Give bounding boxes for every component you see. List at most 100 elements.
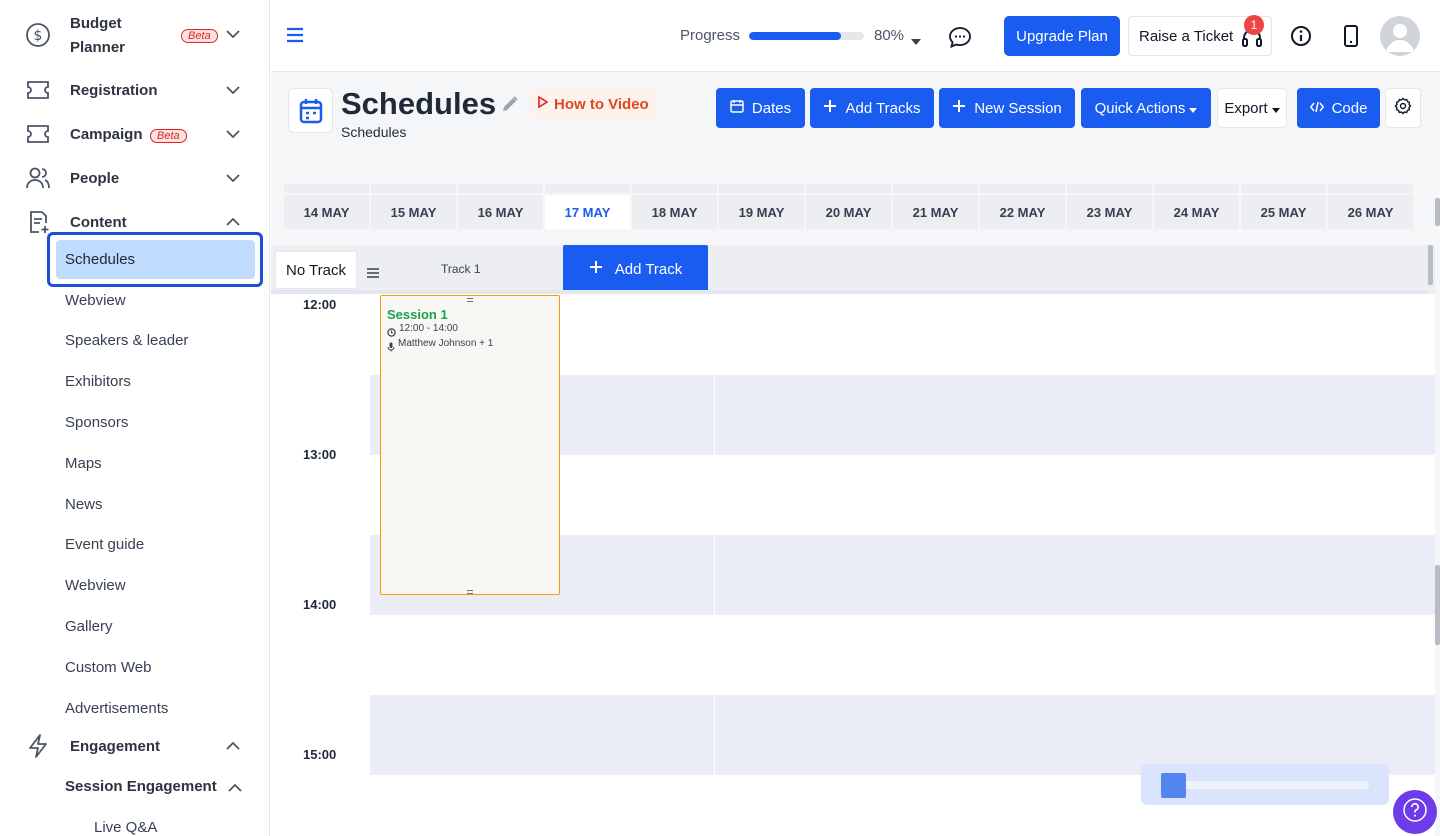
ticket-icon bbox=[24, 76, 52, 104]
play-icon bbox=[538, 95, 549, 113]
gear-icon bbox=[1394, 97, 1412, 119]
new-session-button[interactable]: New Session bbox=[939, 88, 1075, 128]
date-tab[interactable]: 26 MAY bbox=[1328, 195, 1413, 229]
date-tab[interactable]: 15 MAY bbox=[371, 195, 456, 229]
export-label: Export bbox=[1224, 99, 1268, 117]
microphone-icon bbox=[387, 339, 395, 357]
caret-down-icon bbox=[1271, 100, 1280, 117]
date-strip-top bbox=[284, 184, 369, 193]
export-button[interactable]: Export bbox=[1217, 88, 1287, 128]
mobile-phone-icon[interactable] bbox=[1343, 25, 1359, 52]
caret-down-icon[interactable] bbox=[911, 32, 921, 50]
track-scrollbar[interactable] bbox=[1428, 245, 1433, 285]
chevron-down-icon[interactable] bbox=[224, 25, 242, 43]
quick-actions-label: Quick Actions bbox=[1094, 99, 1186, 117]
date-tab[interactable]: 19 MAY bbox=[719, 195, 804, 229]
date-strip-top bbox=[893, 184, 978, 193]
code-icon bbox=[1309, 100, 1324, 117]
topbar: Progress 80% Upgrade Plan Raise a Ticket… bbox=[271, 0, 1440, 72]
track-divider bbox=[714, 375, 715, 455]
track-divider bbox=[714, 535, 715, 615]
how-to-video-label: How to Video bbox=[554, 95, 649, 113]
date-tab[interactable]: 24 MAY bbox=[1154, 195, 1239, 229]
info-icon[interactable] bbox=[1290, 25, 1312, 52]
page-subtitle: Schedules bbox=[341, 124, 407, 140]
date-tab[interactable]: 25 MAY bbox=[1241, 195, 1326, 229]
dates-button[interactable]: Dates bbox=[716, 88, 805, 128]
track-1-header[interactable]: Track 1 bbox=[441, 262, 481, 276]
calendar-icon bbox=[288, 88, 333, 133]
hamburger-menu-icon[interactable] bbox=[286, 27, 304, 43]
floating-progress-track bbox=[1161, 781, 1369, 789]
add-tracks-button[interactable]: Add Tracks bbox=[810, 88, 934, 128]
page-scrollbar[interactable] bbox=[1435, 565, 1440, 645]
sidebar-item-webview[interactable]: Webview bbox=[65, 292, 126, 309]
date-strip-top bbox=[719, 184, 804, 193]
sidebar-item-speakers[interactable]: Speakers & leader bbox=[65, 332, 188, 349]
nav-budget-label: Budget Planner bbox=[70, 15, 126, 56]
sidebar-item-live-qa[interactable]: Live Q&A bbox=[94, 819, 157, 836]
time-label: 14:00 bbox=[303, 597, 337, 612]
pencil-icon[interactable] bbox=[500, 94, 520, 119]
chevron-down-icon[interactable] bbox=[224, 81, 242, 99]
date-tab[interactable]: 22 MAY bbox=[980, 195, 1065, 229]
date-tab[interactable]: 18 MAY bbox=[632, 195, 717, 229]
nav-session-engagement[interactable]: Session Engagement bbox=[0, 776, 270, 800]
chevron-down-icon[interactable] bbox=[224, 125, 242, 143]
date-tab[interactable]: 23 MAY bbox=[1067, 195, 1152, 229]
sidebar-item-custom-web[interactable]: Custom Web bbox=[65, 659, 151, 676]
no-track-tab[interactable]: No Track bbox=[275, 251, 357, 289]
session-title: Session 1 bbox=[387, 307, 448, 322]
nav-registration[interactable]: Registration bbox=[0, 76, 270, 104]
nav-people[interactable]: People bbox=[0, 164, 270, 192]
chevron-up-icon[interactable] bbox=[224, 213, 242, 231]
settings-button[interactable] bbox=[1385, 88, 1421, 128]
resize-handle-top[interactable] bbox=[467, 298, 473, 302]
sidebar-item-webview-2[interactable]: Webview bbox=[65, 577, 126, 594]
nav-engagement[interactable]: Engagement bbox=[0, 732, 270, 760]
chevron-up-icon[interactable] bbox=[226, 779, 244, 797]
upgrade-plan-button[interactable]: Upgrade Plan bbox=[1004, 16, 1120, 56]
nav-campaign[interactable]: Campaign Beta bbox=[0, 120, 270, 148]
nav-budget-planner[interactable]: $ Budget Planner Beta bbox=[0, 8, 270, 62]
sidebar-item-advertisements[interactable]: Advertisements bbox=[65, 700, 168, 717]
help-button[interactable] bbox=[1393, 790, 1437, 834]
session-speaker: Matthew Johnson + 1 bbox=[398, 338, 494, 349]
raise-ticket-button[interactable]: Raise a Ticket 1 bbox=[1128, 15, 1272, 56]
progress-value: 80% bbox=[874, 27, 905, 44]
how-to-video-link[interactable]: How to Video bbox=[530, 89, 657, 119]
sidebar-item-gallery[interactable]: Gallery bbox=[65, 618, 113, 635]
new-session-label: New Session bbox=[974, 99, 1062, 117]
sidebar-item-event-guide[interactable]: Event guide bbox=[65, 536, 144, 553]
quick-actions-button[interactable]: Quick Actions bbox=[1081, 88, 1211, 128]
add-track-button[interactable]: Add Track bbox=[563, 245, 708, 293]
users-icon bbox=[24, 164, 52, 192]
page-title: Schedules bbox=[341, 86, 497, 121]
session-card[interactable]: Session 1 12:00 - 14:00 Matthew Johnson … bbox=[380, 295, 560, 595]
drag-handle-icon[interactable] bbox=[367, 265, 379, 283]
resize-handle-bottom[interactable] bbox=[467, 590, 473, 594]
date-strip-scrollbar[interactable] bbox=[1435, 198, 1440, 226]
chevron-up-icon[interactable] bbox=[224, 737, 242, 755]
code-button[interactable]: Code bbox=[1297, 88, 1380, 128]
sidebar-item-schedules[interactable]: Schedules bbox=[65, 251, 135, 268]
progress-bar bbox=[749, 32, 864, 40]
floating-progress-widget bbox=[1141, 764, 1389, 805]
sidebar-item-news[interactable]: News bbox=[65, 496, 103, 513]
date-tab[interactable]: 17 MAY bbox=[545, 195, 630, 229]
raise-ticket-label: Raise a Ticket bbox=[1139, 27, 1234, 45]
chevron-down-icon[interactable] bbox=[224, 169, 242, 187]
sidebar-item-exhibitors[interactable]: Exhibitors bbox=[65, 373, 131, 390]
date-tab[interactable]: 14 MAY bbox=[284, 195, 369, 229]
date-tab[interactable]: 16 MAY bbox=[458, 195, 543, 229]
sidebar-item-sponsors[interactable]: Sponsors bbox=[65, 414, 128, 431]
time-label: 13:00 bbox=[303, 447, 337, 462]
sidebar-item-maps[interactable]: Maps bbox=[65, 455, 102, 472]
chat-icon[interactable] bbox=[948, 26, 972, 53]
date-tab[interactable]: 21 MAY bbox=[893, 195, 978, 229]
plus-icon bbox=[589, 260, 603, 278]
sidebar: $ Budget Planner Beta Registration Campa… bbox=[0, 0, 270, 836]
date-tab[interactable]: 20 MAY bbox=[806, 195, 891, 229]
beta-badge: Beta bbox=[150, 129, 187, 143]
avatar[interactable] bbox=[1380, 16, 1420, 56]
